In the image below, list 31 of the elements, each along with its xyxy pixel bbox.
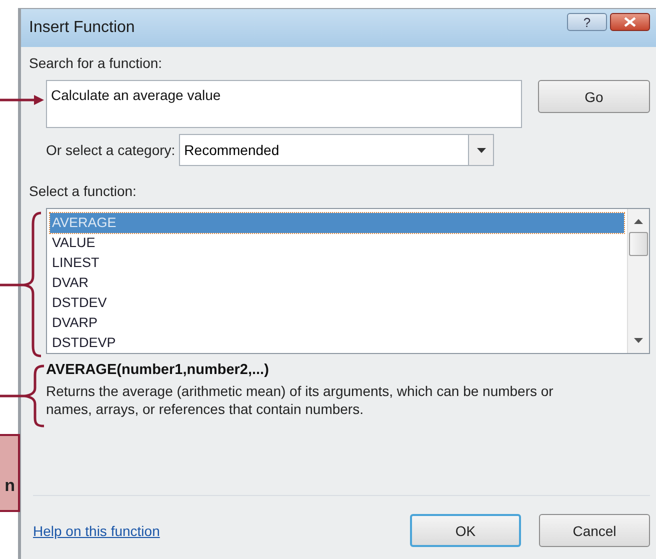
dropdown-icon [476, 148, 486, 152]
function-signature: AVERAGE(number1,number2,...) [46, 362, 270, 378]
scrollbar[interactable] [627, 209, 649, 353]
go-button[interactable]: Go [538, 80, 650, 113]
category-label: Or select a category: [46, 142, 176, 158]
function-item[interactable]: DSTDEV [50, 293, 624, 313]
leader-line [0, 394, 25, 398]
search-label: Search for a function: [29, 55, 164, 71]
function-list-label: Select a function: [29, 183, 138, 199]
leader-line [0, 284, 24, 286]
close-button[interactable] [610, 13, 650, 31]
scroll-up-icon[interactable] [634, 219, 643, 224]
function-item[interactable]: VALUE [50, 233, 624, 253]
search-field[interactable]: Calculate an average value [46, 80, 522, 128]
function-item[interactable]: LINEST [50, 253, 624, 273]
scroll-down-icon[interactable] [634, 338, 643, 343]
close-icon [624, 17, 636, 27]
cancel-button[interactable]: Cancel [539, 514, 650, 547]
category-dropdown[interactable]: Recommended [179, 134, 494, 166]
help-link[interactable]: Help on this function [33, 522, 160, 538]
function-item[interactable]: DSTDEVP [50, 333, 624, 353]
function-item[interactable]: DVAR [50, 273, 624, 293]
annotation-arrow [0, 95, 44, 105]
function-item[interactable]: DVARP [50, 313, 624, 333]
help-button[interactable]: ? [567, 13, 607, 31]
function-description: Returns the average (arithmetic mean) of its arguments, which can be numbers or names, arrays, or references that contain numbers. [46, 382, 554, 418]
callout-box: n [0, 434, 20, 512]
scroll-thumb[interactable] [629, 232, 648, 256]
ok-button[interactable]: OK [410, 514, 521, 547]
annotation-brace [24, 364, 44, 428]
window-title: Insert Function [29, 19, 135, 37]
